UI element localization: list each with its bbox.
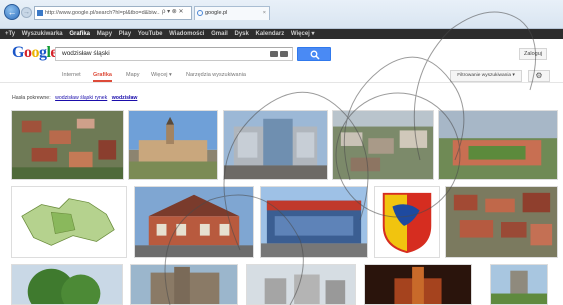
address-text: http://www.google.pl/search?hl=pl&tbo=d&… [45,10,161,16]
site-favicon-icon [37,10,43,16]
browser-tab[interactable]: google.pl × [194,6,270,20]
image-result[interactable] [223,110,328,180]
gbar-item-youtube[interactable]: YouTube [138,29,163,39]
image-result[interactable] [11,186,127,258]
gbar-item-plus[interactable]: +Ty [5,29,15,39]
image-result[interactable] [332,110,434,180]
gbar-item-images[interactable]: Grafika [69,29,90,39]
image-result[interactable] [445,186,558,258]
image-result[interactable] [438,110,558,180]
tab-maps[interactable]: Mapy [126,70,139,80]
gear-icon[interactable]: ⚙ [528,70,550,82]
gbar-item-play[interactable]: Play [119,29,131,39]
night-church-thumbnail-icon [365,265,471,304]
image-result[interactable] [260,186,368,258]
address-controls[interactable]: ρ ▾ ⊗ ✕ [160,7,186,17]
image-result[interactable] [364,264,472,305]
tab-search-tools[interactable]: Narzędzia wyszukiwania [186,70,246,80]
tab-favicon-icon [197,10,203,16]
image-result[interactable] [11,264,123,305]
related-link-rynek[interactable]: wodzisław śląski rynek [55,95,107,101]
gbar-item-search[interactable]: Wyszukiwarka [22,29,63,39]
gbar-item-news[interactable]: Wiadomości [169,29,204,39]
red-building-thumbnail-icon [135,187,253,257]
keyboard-icon[interactable] [270,51,278,57]
related-link-wodzislaw[interactable]: wodzisław [112,95,138,101]
browser-toolbar: ← → http://www.google.pl/search?hl=pl&tb… [0,0,563,29]
coat-of-arms-icon [375,187,439,257]
modern-building-thumbnail-icon [224,111,327,179]
gbar-item-more[interactable]: Więcej ▾ [291,29,315,39]
search-icon [310,50,320,60]
image-result[interactable] [130,264,238,305]
trees-thumbnail-icon [12,265,122,304]
gbar-item-calendar[interactable]: Kalendarz [256,29,285,39]
camera-icon[interactable] [280,51,288,57]
tower-thumbnail-icon [491,265,547,304]
image-result[interactable] [11,110,124,180]
tab-close-icon[interactable]: × [263,7,266,19]
login-button[interactable]: Zaloguj [519,48,547,60]
search-query: wodzisław śląski [62,50,110,57]
image-result[interactable] [374,186,440,258]
image-result[interactable] [128,110,218,180]
tab-images[interactable]: Grafika [93,70,112,82]
forward-button[interactable]: → [21,7,32,18]
image-result[interactable] [134,186,254,258]
aerial-rooftops-thumbnail-icon [446,187,557,257]
related-searches: Hasła pokrewne: wodzisław śląski rynek w… [12,95,137,101]
filter-button[interactable]: Filtrowanie wyszukiwania ▾ [450,70,522,82]
search-input[interactable]: wodzisław śląski [55,47,293,61]
image-result[interactable] [490,264,548,305]
gbar-item-drive[interactable]: Dysk [235,29,249,39]
logo-letter: G [12,44,24,61]
image-result[interactable] [246,264,356,305]
google-logo[interactable]: Google [12,44,57,62]
stadium-thumbnail-icon [439,111,557,179]
castle-wall-thumbnail-icon [131,265,237,304]
tab-internet[interactable]: Internet [62,70,81,80]
tab-title: google.pl [205,10,228,16]
tab-more[interactable]: Więcej ▾ [151,70,172,80]
shopping-center-thumbnail-icon [261,187,367,257]
google-bar: +Ty Wyszukiwarka Grafika Mapy Play YouTu… [0,29,563,39]
search-button[interactable] [297,47,331,61]
gbar-item-maps[interactable]: Mapy [97,29,112,39]
related-label: Hasła pokrewne: [12,95,51,101]
county-map-thumbnail-icon [12,187,126,257]
logo-letter: o [31,44,39,61]
town-square-thumbnail-icon [129,111,217,179]
back-button[interactable]: ← [4,4,20,20]
apartment-blocks-thumbnail-icon [247,265,355,304]
aerial-city-thumbnail-icon [333,111,433,179]
gbar-item-gmail[interactable]: Gmail [211,29,228,39]
aerial-town-thumbnail-icon [12,111,123,179]
